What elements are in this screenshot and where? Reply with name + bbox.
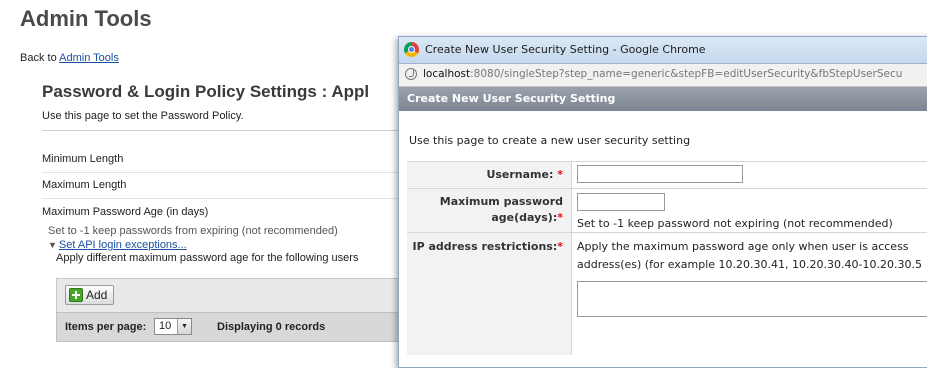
records-count: Displaying 0 records: [217, 321, 326, 333]
form-divider: [407, 188, 927, 189]
required-mark: *: [557, 211, 563, 224]
dialog-header-title: Create New User Security Setting: [407, 92, 616, 105]
page-description: Use this page to set the Password Policy…: [42, 110, 442, 131]
form-divider: [407, 161, 927, 162]
ip-hint-line1: Apply the maximum password age only when…: [577, 240, 909, 253]
max-age-label-line1: Maximum password: [439, 195, 563, 208]
exceptions-row: ▼ Set API login exceptions...: [48, 239, 187, 251]
setting-maximum-password-age: Maximum Password Age (in days): [42, 206, 209, 218]
max-age-label-text: age(days):: [491, 211, 558, 224]
required-mark: *: [557, 240, 563, 253]
items-per-page-select[interactable]: 10 ▼: [154, 318, 192, 335]
items-per-page-value: 10: [159, 320, 172, 332]
dropdown-arrow-icon[interactable]: ▼: [177, 319, 191, 334]
ip-restrictions-label-text: IP address restrictions:: [412, 240, 558, 253]
users-note: Apply different maximum password age for…: [56, 252, 359, 264]
chrome-icon: [404, 42, 419, 57]
back-prefix: Back to: [20, 52, 60, 64]
set-api-login-exceptions-link[interactable]: Set API login exceptions...: [59, 239, 187, 251]
add-button[interactable]: Add: [65, 285, 115, 305]
add-button-label: Add: [86, 288, 108, 302]
plus-icon: [69, 288, 83, 302]
toolbar: Add: [56, 278, 401, 312]
back-link-row: Back to Admin Tools: [20, 52, 119, 64]
username-input[interactable]: [577, 165, 743, 183]
url-text: localhost:8080/singleStep?step_name=gene…: [423, 68, 902, 80]
section-title: Password & Login Policy Settings : Appl: [42, 82, 370, 101]
required-mark: *: [557, 168, 563, 181]
max-age-hint: Set to -1 keep password not expiring (no…: [577, 217, 893, 230]
pager-bar: Items per page: 10 ▼ Displaying 0 record…: [56, 312, 401, 342]
max-age-label-line2: age(days):*: [399, 211, 569, 224]
form-label-column: [407, 162, 572, 355]
username-label: Username: *: [399, 168, 569, 181]
url-path: :8080/singleStep?step_name=generic&stepF…: [470, 68, 903, 80]
window-titlebar[interactable]: Create New User Security Setting - Googl…: [399, 37, 927, 64]
max-password-age-input[interactable]: [577, 193, 665, 211]
back-to-admin-tools-link[interactable]: Admin Tools: [59, 52, 119, 64]
window-title: Create New User Security Setting - Googl…: [425, 43, 706, 56]
triangle-down-icon: ▼: [48, 240, 57, 250]
setting-minimum-length: Minimum Length: [42, 153, 442, 173]
dialog-description: Use this page to create a new user secur…: [409, 134, 691, 147]
setting-maximum-length: Maximum Length: [42, 179, 442, 199]
page-title: Admin Tools: [20, 6, 152, 31]
ip-hint-line2: address(es) (for example 10.20.30.41, 10…: [577, 258, 922, 271]
age-note: Set to -1 keep passwords from expiring (…: [48, 225, 338, 237]
popup-window: Create New User Security Setting - Googl…: [398, 36, 927, 368]
ip-restrictions-label: IP address restrictions:*: [399, 240, 569, 253]
items-per-page-label: Items per page:: [65, 321, 147, 333]
url-host: localhost: [423, 68, 471, 80]
username-label-text: Username:: [486, 168, 554, 181]
popup-viewport: Create New User Security Setting - Googl…: [399, 37, 927, 355]
form-divider: [407, 232, 927, 233]
page-icon: [405, 68, 417, 80]
dialog-header: Create New User Security Setting: [399, 87, 927, 111]
address-bar[interactable]: localhost:8080/singleStep?step_name=gene…: [399, 64, 927, 87]
ip-restrictions-textarea[interactable]: [577, 281, 927, 317]
